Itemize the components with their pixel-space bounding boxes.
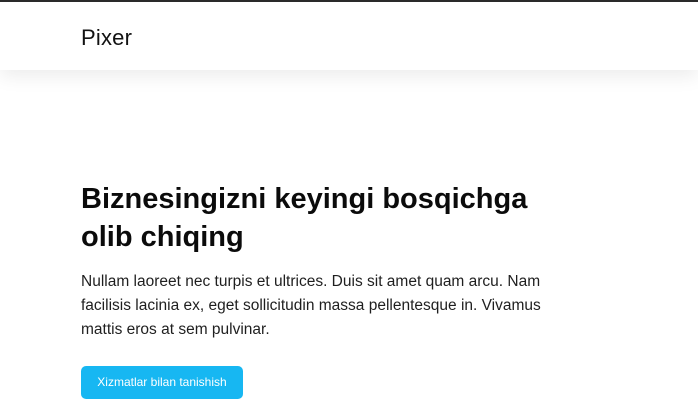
hero-description: Nullam laoreet nec turpis et ultrices. D…: [81, 273, 541, 338]
site-logo[interactable]: Pixer: [81, 25, 132, 51]
site-header: Pixer: [0, 2, 698, 70]
services-cta-button[interactable]: Xizmatlar bilan tanishish: [81, 366, 243, 399]
hero-content: Biznesingizni keyingi bosqichga olib chi…: [81, 180, 581, 342]
hero-title: Biznesingizni keyingi bosqichga olib chi…: [81, 183, 528, 253]
